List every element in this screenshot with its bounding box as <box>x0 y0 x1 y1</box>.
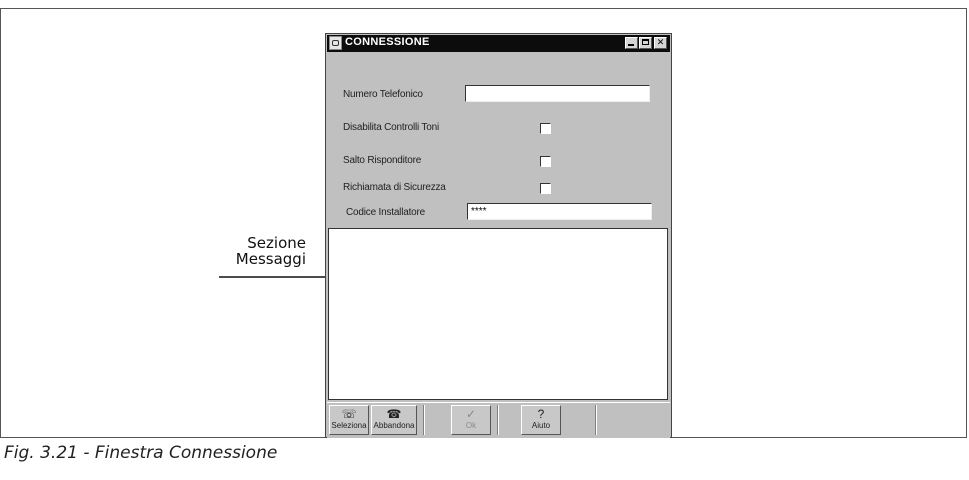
help-icon: ? <box>537 407 545 421</box>
toolbar-separator <box>423 405 425 435</box>
toolbar-separator <box>497 405 499 435</box>
callback-label: Richiamata di Sicurezza <box>343 182 446 193</box>
maximize-icon[interactable] <box>639 37 652 49</box>
messages-area[interactable] <box>328 228 668 400</box>
bottom-toolbar: ☏ Seleziona ☎ Abbandona ✓ Ok ? Aiuto <box>327 402 670 438</box>
skip-answering-label: Salto Risponditore <box>343 155 422 166</box>
phone-number-label: Numero Telefonico <box>343 89 423 100</box>
hangup-phone-icon: ☎ <box>386 407 402 421</box>
help-button-label: Aiuto <box>531 421 551 430</box>
figure-caption: Fig. 3.21 - Finestra Connessione <box>4 443 278 463</box>
ok-button[interactable]: ✓ Ok <box>451 405 491 435</box>
messages-callout-label: Sezione Messaggi <box>218 235 306 267</box>
window-title: CONNESSIONE <box>345 36 430 48</box>
select-button-label: Seleziona <box>331 421 367 430</box>
ok-button-label: Ok <box>465 421 477 430</box>
disable-tones-label: Disabilita Controlli Toni <box>343 122 439 133</box>
installer-code-label: Codice Installatore <box>346 207 426 218</box>
skip-answering-checkbox[interactable] <box>540 156 551 167</box>
phone-number-input[interactable] <box>465 85 650 102</box>
dial-phone-icon: ☏ <box>341 407 357 421</box>
connection-form: Numero Telefonico Disabilita Controlli T… <box>327 52 670 226</box>
app-icon[interactable] <box>329 36 342 50</box>
help-button[interactable]: ? Aiuto <box>521 405 561 435</box>
checkmark-icon: ✓ <box>465 407 477 421</box>
minimize-icon[interactable] <box>625 37 638 49</box>
hangup-button-label: Abbandona <box>373 421 415 430</box>
callback-checkbox[interactable] <box>540 183 551 194</box>
callout-line-2: Messaggi <box>235 250 306 268</box>
hangup-button[interactable]: ☎ Abbandona <box>371 405 417 435</box>
connection-window: CONNESSIONE ✕ Numero Telefonico Disabili… <box>325 33 672 438</box>
close-icon[interactable]: ✕ <box>654 37 667 49</box>
title-bar[interactable]: CONNESSIONE ✕ <box>327 35 670 52</box>
select-button[interactable]: ☏ Seleziona <box>329 405 369 435</box>
installer-code-input[interactable] <box>467 203 652 220</box>
toolbar-separator <box>595 405 597 435</box>
callout-line-1: Sezione <box>247 234 306 252</box>
disable-tones-checkbox[interactable] <box>540 123 551 134</box>
